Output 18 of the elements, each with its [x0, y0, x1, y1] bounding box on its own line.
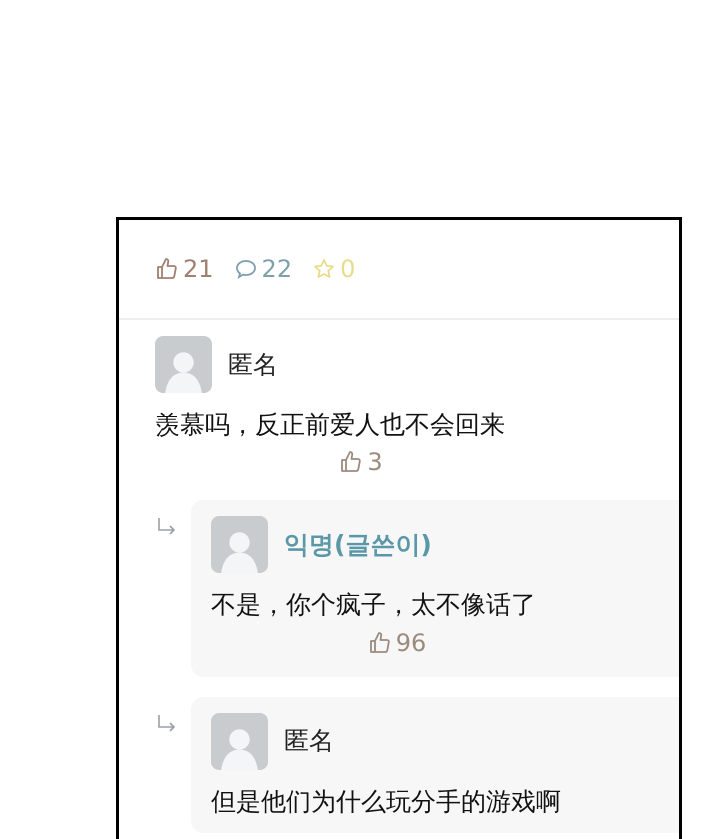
like-count[interactable]: 21 — [155, 251, 214, 287]
like-button[interactable]: 96 — [368, 624, 426, 660]
username: 匿名 — [228, 348, 278, 381]
like-button[interactable]: 3 — [339, 444, 383, 480]
avatar-icon — [155, 336, 212, 393]
avatar-icon — [211, 712, 268, 770]
comment-text: 羡慕吗，反正前爱人也不会回来 — [155, 409, 506, 440]
thumbs-up-icon — [339, 450, 364, 474]
comment-text: 但是他们为什么玩分手的游戏啊 — [211, 786, 562, 817]
thumbs-up-icon — [155, 257, 179, 281]
username: 匿名 — [284, 725, 334, 758]
username: 익명(글쓴이) — [284, 529, 432, 561]
speech-bubble-icon — [234, 257, 258, 281]
avatar-icon — [211, 516, 268, 574]
star-icon — [312, 257, 336, 281]
comment-text: 不是，你个疯子，太不像话了 — [211, 589, 537, 620]
thumbs-up-icon — [368, 630, 392, 654]
comment-count[interactable]: 22 — [234, 251, 292, 287]
